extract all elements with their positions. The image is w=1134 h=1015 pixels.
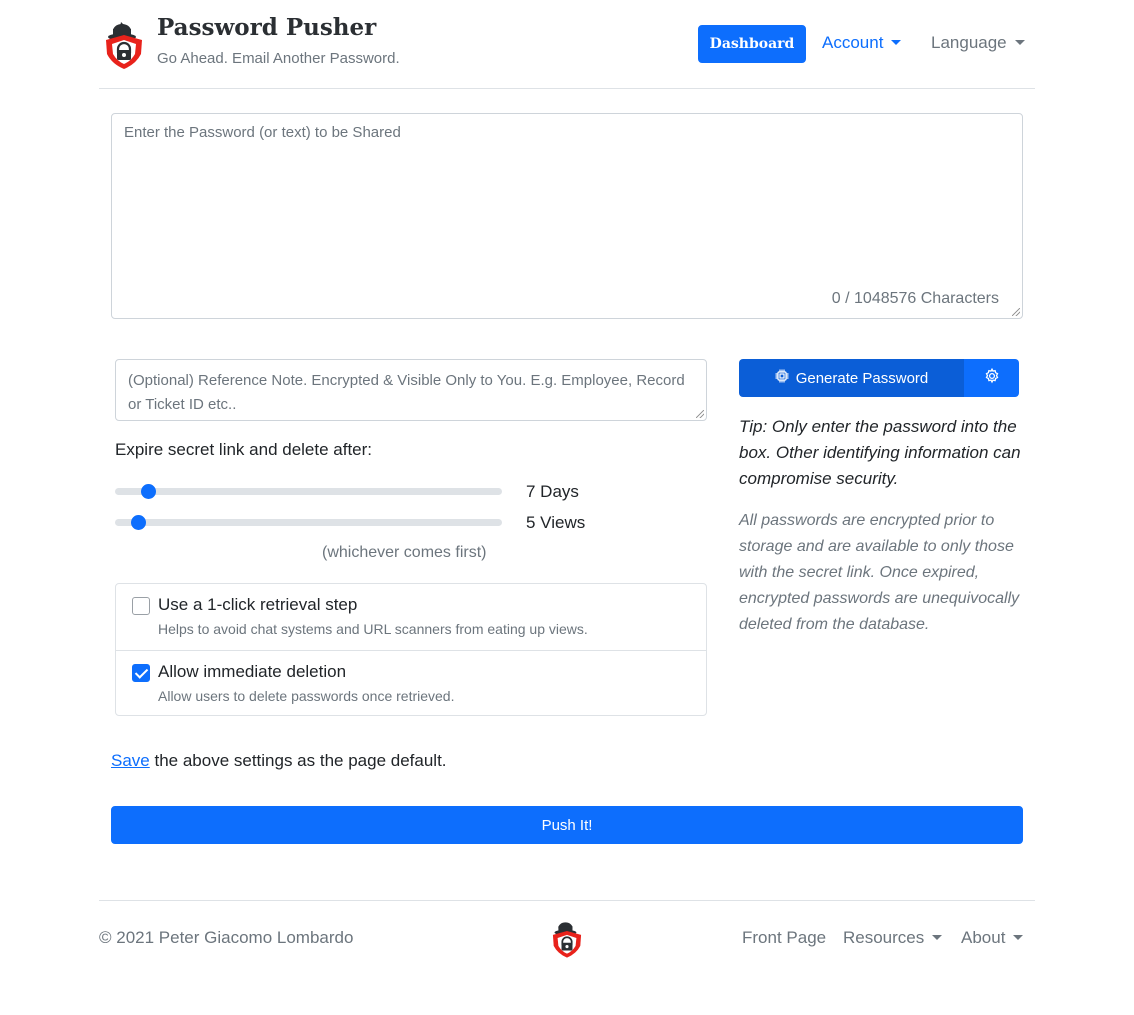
retrieval-step-checkbox[interactable] <box>132 597 150 615</box>
generator-settings-button[interactable] <box>963 359 1019 397</box>
password-textarea[interactable]: Enter the Password (or text) to be Share… <box>111 113 1023 319</box>
generate-password-label: Generate Password <box>795 369 929 387</box>
retrieval-step-label[interactable]: Use a 1-click retrieval step <box>158 595 357 615</box>
chevron-down-icon <box>891 39 902 45</box>
days-slider-thumb[interactable] <box>141 484 156 499</box>
push-button[interactable]: Push It! <box>111 806 1023 844</box>
resize-handle-icon[interactable] <box>1012 308 1020 316</box>
resources-dropdown[interactable]: Resources <box>843 928 943 948</box>
save-defaults-text: the above settings as the page default. <box>149 751 447 770</box>
generate-password-button[interactable]: Generate Password <box>739 359 963 397</box>
password-placeholder: Enter the Password (or text) to be Share… <box>124 124 401 141</box>
encryption-info: All passwords are encrypted prior to sto… <box>739 512 1020 633</box>
chevron-down-icon <box>1014 39 1025 45</box>
days-slider[interactable] <box>115 484 502 499</box>
cpu-chip-icon <box>774 368 790 388</box>
views-slider[interactable] <box>115 515 502 530</box>
account-label: Account <box>822 33 884 52</box>
about-label: About <box>961 928 1006 947</box>
option-retrieval-step: Use a 1-click retrieval step Helps to av… <box>116 584 706 650</box>
language-label: Language <box>931 33 1007 52</box>
days-value: 7 Days <box>526 482 579 501</box>
about-dropdown[interactable]: About <box>961 928 1024 948</box>
whichever-note: (whichever comes first) <box>322 544 487 561</box>
copyright: © 2021 Peter Giacomo Lombardo <box>99 928 354 947</box>
tagline: Go Ahead. Email Another Password. <box>157 50 400 67</box>
views-slider-thumb[interactable] <box>130 515 146 530</box>
chevron-down-icon <box>1013 934 1024 940</box>
option-immediate-deletion: Allow immediate deletion Allow users to … <box>116 650 706 716</box>
footer-logo-icon[interactable] <box>549 917 585 959</box>
dashboard-button[interactable]: Dashboard <box>698 25 806 63</box>
resize-handle-icon[interactable] <box>696 410 704 418</box>
header-divider <box>99 88 1035 89</box>
chevron-down-icon <box>932 934 943 940</box>
gear-icon <box>984 367 1000 389</box>
immediate-deletion-label[interactable]: Allow immediate deletion <box>158 662 346 682</box>
expire-label: Expire secret link and delete after: <box>115 440 373 459</box>
retrieval-step-help: Helps to avoid chat systems and URL scan… <box>158 621 588 637</box>
app-title[interactable]: Password Pusher <box>157 14 376 41</box>
immediate-deletion-help: Allow users to delete passwords once ret… <box>158 688 455 704</box>
front-page-link[interactable]: Front Page <box>742 928 826 948</box>
language-dropdown[interactable]: Language <box>931 33 1025 53</box>
footer-divider <box>99 900 1035 901</box>
generate-password-group: Generate Password <box>739 359 1019 397</box>
security-tip: Tip: Only enter the password into the bo… <box>739 417 1021 488</box>
reference-note-placeholder: (Optional) Reference Note. Encrypted & V… <box>128 372 685 413</box>
resources-label: Resources <box>843 928 925 947</box>
views-value: 5 Views <box>526 513 586 532</box>
reference-note-textarea[interactable]: (Optional) Reference Note. Encrypted & V… <box>115 359 707 421</box>
save-defaults-line: Save the above settings as the page defa… <box>111 751 447 771</box>
character-counter: 0 / 1048576 Characters <box>831 290 999 307</box>
logo-icon[interactable] <box>101 18 147 70</box>
options-list: Use a 1-click retrieval step Helps to av… <box>115 583 707 716</box>
save-defaults-link[interactable]: Save <box>111 751 150 770</box>
account-dropdown[interactable]: Account <box>822 33 902 53</box>
immediate-deletion-checkbox[interactable] <box>132 664 150 682</box>
